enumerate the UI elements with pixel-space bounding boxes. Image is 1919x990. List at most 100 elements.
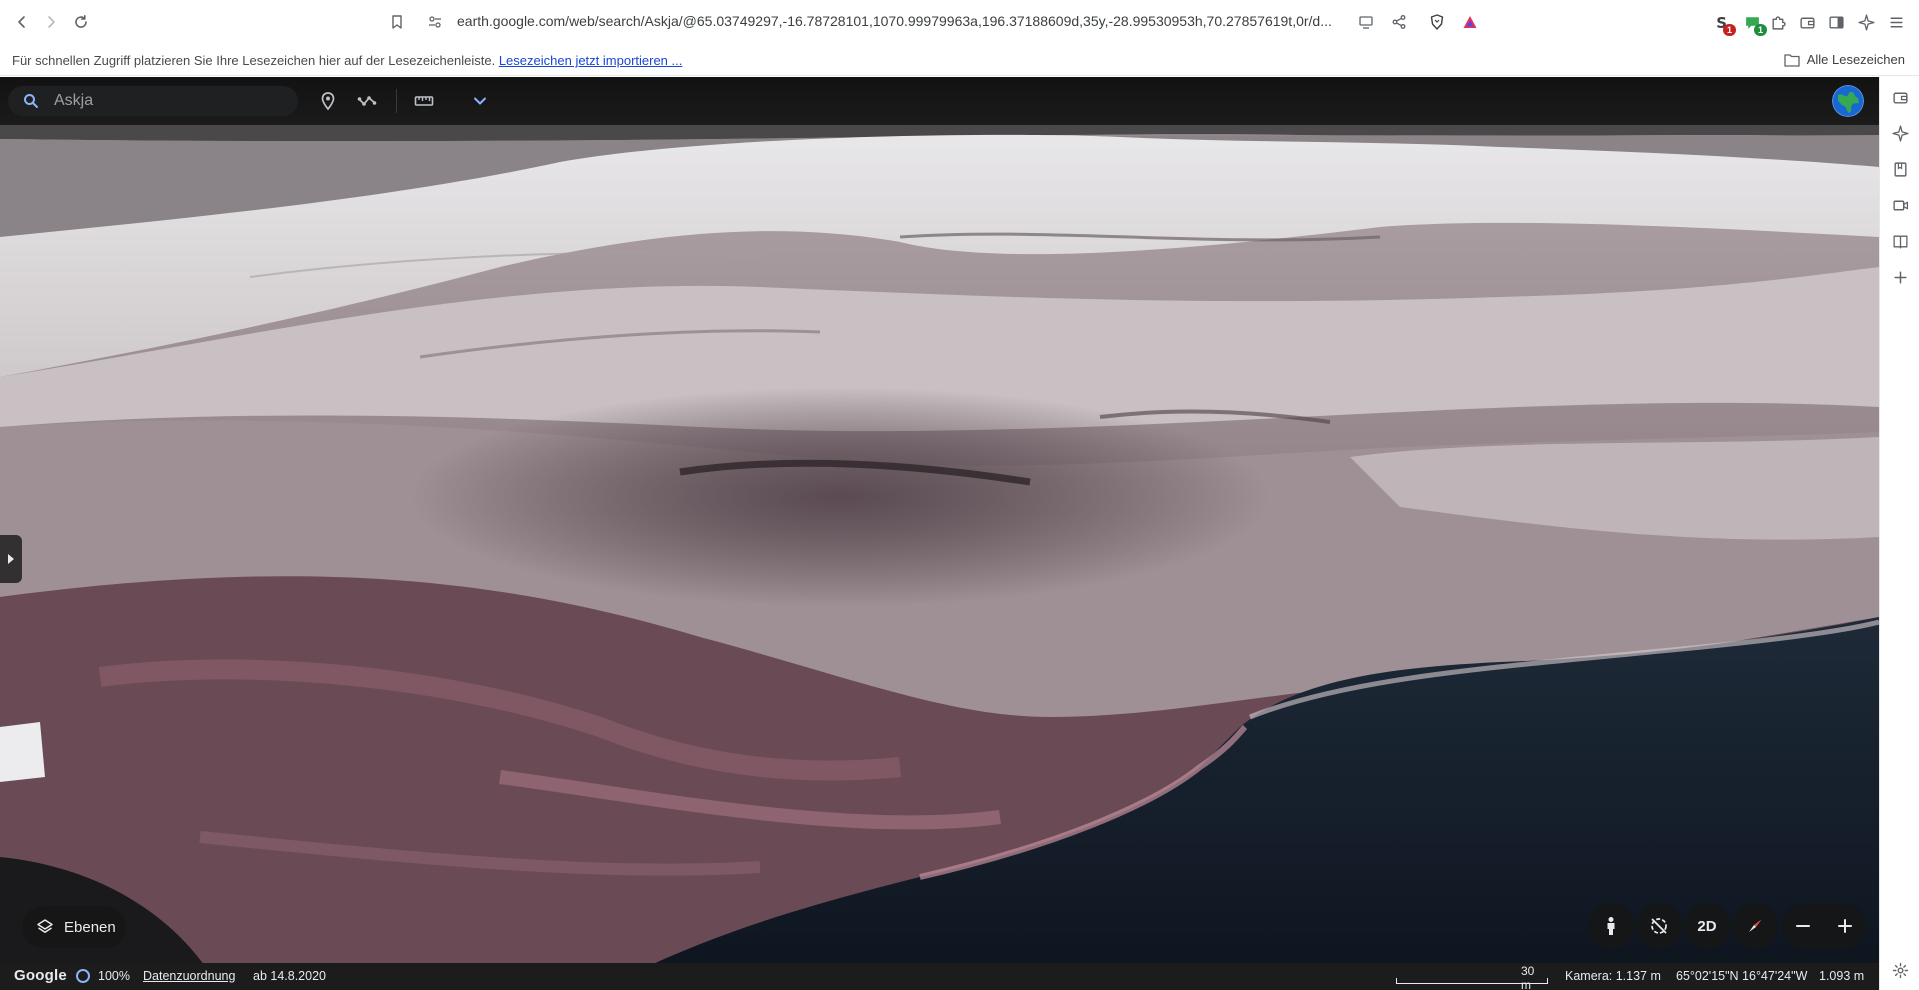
site-settings-icon[interactable]: [424, 11, 446, 33]
all-bookmarks-label: Alle Lesezeichen: [1806, 52, 1905, 67]
cursor-coordinates: 65°02'15"N 16°47'24"W: [1676, 969, 1808, 983]
import-bookmarks-link[interactable]: Lesezeichen jetzt importieren ...: [499, 53, 683, 68]
pegman-group: [1588, 903, 1634, 949]
wallet-button[interactable]: [1796, 11, 1818, 33]
menu-button[interactable]: [1885, 11, 1907, 33]
bookmark-page-button[interactable]: [383, 8, 411, 36]
layers-label: Ebenen: [64, 918, 116, 936]
extensions-button[interactable]: [1767, 11, 1789, 33]
street-view-button[interactable]: [1588, 903, 1634, 949]
triangle-right-icon: [8, 554, 14, 564]
account-avatar[interactable]: [1832, 85, 1864, 117]
scale-bar: 30 m: [1396, 964, 1548, 990]
add-placemark-button[interactable]: [313, 86, 343, 116]
earth-toolbar: [0, 77, 1879, 125]
arrow-right-icon: [48, 16, 55, 28]
ruler-icon: [414, 96, 434, 106]
view-2d-button[interactable]: 2D: [1684, 903, 1730, 949]
zoom-out-button[interactable]: [1782, 903, 1824, 949]
measure-button[interactable]: [409, 86, 439, 116]
globe-icon: [1832, 85, 1864, 117]
reading-list-panel-button[interactable]: [1891, 232, 1909, 250]
layers-button[interactable]: Ebenen: [22, 906, 126, 948]
cast-icon[interactable]: [1355, 11, 1377, 33]
plus-icon: [1838, 919, 1852, 933]
bookmarks-hint-text: Für schnellen Zugriff platzieren Sie Ihr…: [12, 53, 496, 68]
bookmarks-hint: Für schnellen Zugriff platzieren Sie Ihr…: [12, 53, 682, 68]
camera-altitude: Kamera: 1.137 m: [1565, 969, 1661, 983]
url-text[interactable]: earth.google.com/web/search/Askja/@65.03…: [457, 13, 1357, 29]
earth-search-box[interactable]: [8, 86, 298, 116]
bookmarks-panel-button[interactable]: [1891, 160, 1909, 178]
view-controls: 2D: [1636, 903, 1778, 949]
browser-side-panel: [1879, 77, 1919, 990]
back-button[interactable]: [8, 8, 36, 36]
compass-button[interactable]: [1732, 903, 1778, 949]
pegman-icon: [1607, 917, 1615, 935]
menu-icon: [1889, 17, 1903, 27]
earth-search-input[interactable]: [54, 90, 284, 112]
zoom-in-button[interactable]: [1824, 903, 1866, 949]
extension-badge: 1: [1723, 24, 1736, 36]
expand-panel-button[interactable]: [0, 535, 22, 583]
layers-icon: [37, 919, 53, 933]
bookmarks-bar: Für schnellen Zugriff platzieren Sie Ihr…: [0, 44, 1919, 76]
ground-elevation: 1.093 m: [1819, 969, 1865, 983]
wallet-panel-button[interactable]: [1891, 88, 1909, 106]
browser-toolbar: earth.google.com/web/search/Askja/@65.03…: [0, 0, 1919, 44]
bookmark-icon: [1893, 161, 1907, 177]
leo-panel-button[interactable]: [1891, 124, 1909, 142]
terrain-3d-view[interactable]: [0, 77, 1879, 990]
tilt-off-icon: [1651, 918, 1667, 934]
compass-icon: [1749, 920, 1761, 932]
wallet-icon: [1799, 17, 1815, 29]
brave-rewards-icon[interactable]: [1459, 11, 1481, 33]
panel-settings-button[interactable]: [1891, 961, 1909, 979]
brave-shield-icon[interactable]: [1426, 11, 1448, 33]
leo-ai-button[interactable]: [1855, 11, 1877, 33]
bookmark-icon: [392, 15, 402, 29]
scale-label: 30 m: [1521, 964, 1535, 990]
loading-ring-icon: [76, 969, 90, 983]
reload-button[interactable]: [67, 8, 95, 36]
sparkle-icon: [1857, 13, 1875, 31]
add-path-button[interactable]: [352, 86, 382, 116]
minus-icon: [1796, 925, 1810, 927]
zoom-controls: [1782, 903, 1866, 949]
placemark-icon: [321, 92, 335, 111]
search-icon: [24, 94, 38, 108]
reload-icon: [75, 15, 87, 28]
arrow-left-icon: [18, 16, 25, 28]
more-tools-button[interactable]: [465, 86, 495, 116]
wallet-icon: [1892, 92, 1908, 104]
folder-icon: [1784, 53, 1800, 67]
plus-icon: [1893, 270, 1907, 284]
share-icon[interactable]: [1388, 11, 1410, 33]
extension-stripe[interactable]: S 1: [1710, 11, 1736, 36]
google-logo: Google: [14, 967, 67, 984]
sparkle-icon: [1891, 124, 1909, 142]
toolbar-divider: [396, 89, 397, 113]
forward-button[interactable]: [37, 8, 65, 36]
sidebar-toggle-button[interactable]: [1825, 11, 1847, 33]
book-icon: [1892, 235, 1908, 249]
earth-status-bar: Google 100% Datenzuordnung ab 14.8.2020 …: [0, 963, 1879, 990]
extension-chat[interactable]: 1: [1741, 11, 1767, 36]
toggle-tilt-button[interactable]: [1636, 903, 1682, 949]
video-icon: [1892, 200, 1908, 210]
earth-viewport[interactable]: Ebenen 2D Google: [0, 77, 1879, 990]
all-bookmarks-button[interactable]: Alle Lesezeichen: [1784, 52, 1905, 67]
playlist-panel-button[interactable]: [1891, 196, 1909, 214]
path-icon: [357, 96, 377, 106]
imagery-date: ab 14.8.2020: [253, 969, 326, 983]
browser-window: earth.google.com/web/search/Askja/@65.03…: [0, 0, 1919, 990]
add-panel-button[interactable]: [1891, 268, 1909, 286]
puzzle-icon: [1771, 15, 1786, 30]
address-bar[interactable]: earth.google.com/web/search/Askja/@65.03…: [410, 6, 1500, 38]
loading-percent: 100%: [98, 969, 130, 983]
data-attribution-link[interactable]: Datenzuordnung: [143, 969, 235, 983]
sidebar-icon: [1828, 15, 1844, 29]
chevron-down-icon: [474, 97, 486, 105]
gear-icon: [1892, 962, 1908, 978]
extension-badge: 1: [1754, 24, 1767, 36]
